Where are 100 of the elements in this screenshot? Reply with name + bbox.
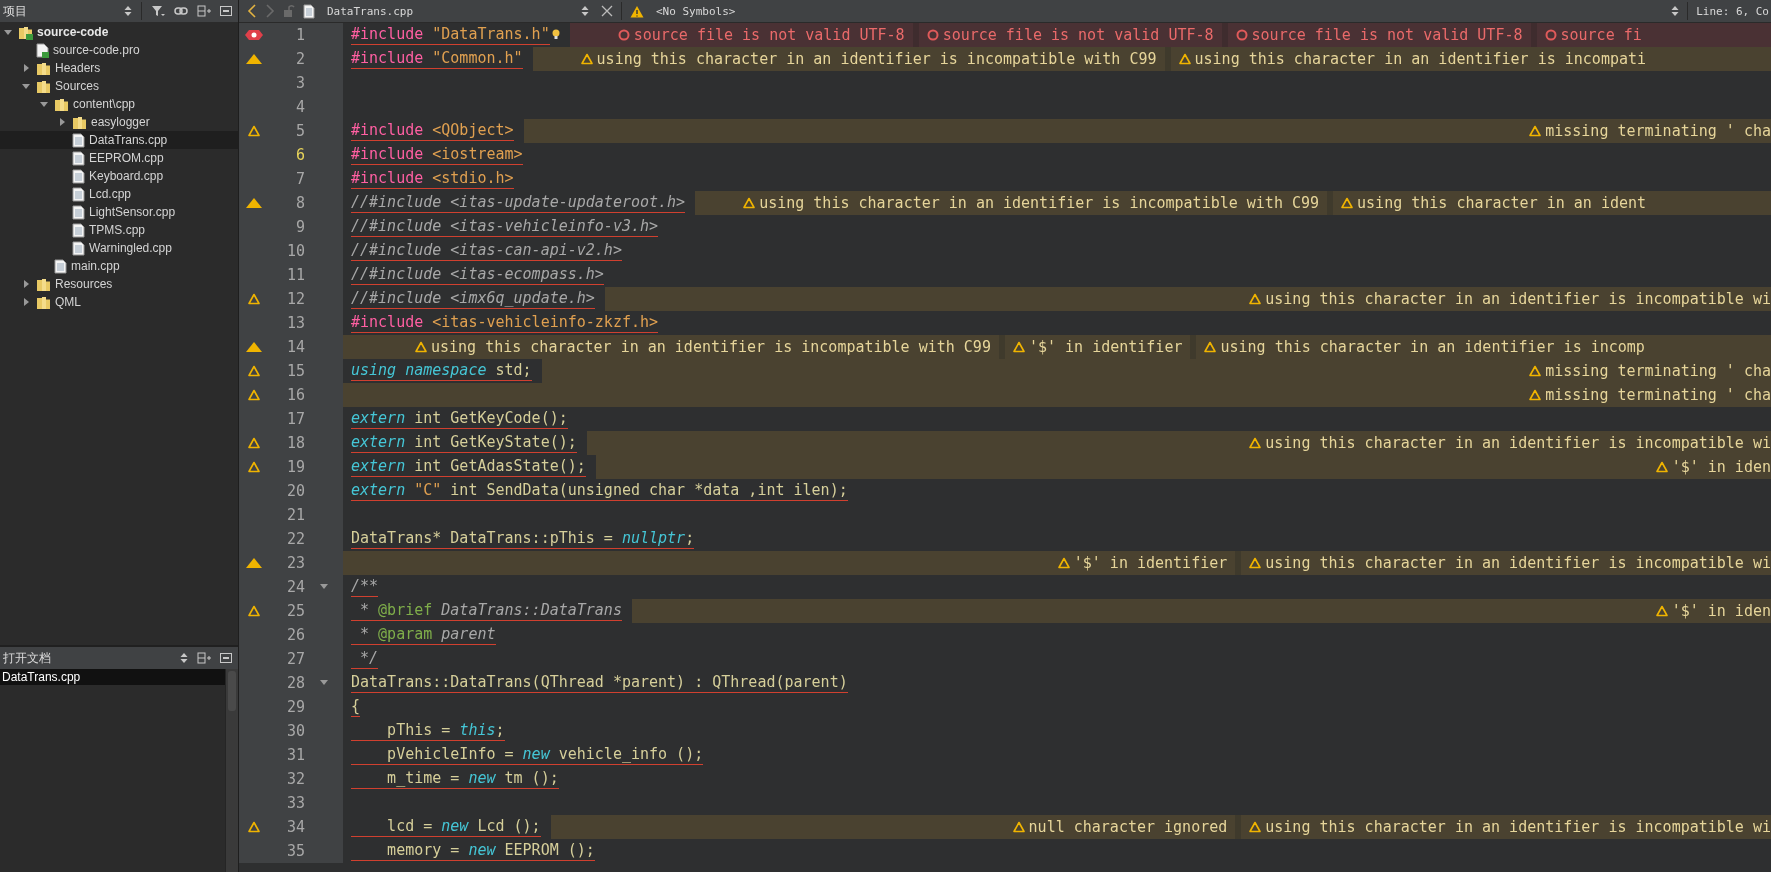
tree-item[interactable]: Headers — [0, 59, 238, 77]
tree-item[interactable]: Sources — [0, 77, 238, 95]
file-icon — [303, 3, 315, 19]
lightbulb-icon[interactable] — [551, 29, 560, 41]
tree-item[interactable]: source-code — [0, 23, 238, 41]
warning-message: '$' in identifier — [1073, 554, 1228, 572]
line-number: 2 — [294, 50, 305, 68]
warning-icon[interactable] — [630, 4, 644, 18]
tree-item[interactable]: QML — [0, 293, 238, 311]
line-number: 33 — [285, 794, 305, 812]
warning-icon — [1249, 821, 1262, 833]
line-number: 20 — [285, 482, 305, 500]
tree-item[interactable]: DataTrans.cpp — [0, 131, 238, 149]
warning-icon — [1655, 605, 1668, 617]
cursor-position[interactable]: Line: 6, Co — [1696, 4, 1771, 18]
file-icon — [36, 42, 49, 58]
symbols-dropdown[interactable]: <No Symbols> — [652, 1, 740, 21]
tree-item[interactable]: LightSensor.cpp — [0, 203, 238, 221]
tree-item[interactable]: easylogger — [0, 113, 238, 131]
warning-message: using this character in an identifier is incomp — [1220, 338, 1645, 356]
code-line: #include <QObject> — [351, 120, 514, 141]
close-icon[interactable] — [601, 5, 613, 17]
warning-icon — [1529, 389, 1542, 401]
line-number: 34 — [285, 818, 305, 836]
warning-message: '$' in iden — [1671, 602, 1771, 620]
line-number: 1 — [294, 26, 305, 44]
dropdown-arrows-icon[interactable] — [1671, 5, 1680, 17]
line-number: 16 — [285, 386, 305, 404]
warning-message: '$' in iden — [1671, 458, 1771, 476]
file-dropdown[interactable]: DataTrans.cpp — [323, 1, 593, 21]
code-line: extern int GetKeyState(); — [351, 432, 577, 453]
code-line: //#include <itas-vehicleinfo-v3.h> — [351, 216, 659, 237]
line-number: 32 — [285, 770, 305, 788]
line-number: 4 — [294, 98, 305, 116]
code-line: extern int GetAdasState(); — [351, 456, 586, 477]
tree-item[interactable]: Keyboard.cpp — [0, 167, 238, 185]
back-icon[interactable] — [247, 4, 257, 18]
document-item[interactable]: DataTrans.cpp — [0, 669, 225, 685]
panel-title: 项目 — [3, 2, 27, 20]
file-icon — [54, 258, 67, 274]
warning-message: missing terminating ' cha — [1545, 362, 1771, 380]
split-icon[interactable] — [197, 5, 211, 17]
warning-message: using this character in an identifier is incompati — [1194, 50, 1647, 68]
tree-item[interactable]: main.cpp — [0, 257, 238, 275]
file-icon — [72, 204, 85, 220]
dropdown-arrows-icon[interactable] — [581, 5, 589, 17]
error-circle-icon — [926, 29, 939, 41]
tree-item[interactable]: Warningled.cpp — [0, 239, 238, 257]
line-number: 22 — [285, 530, 305, 548]
scrollbar[interactable] — [225, 669, 238, 872]
collapsed-arrow-icon[interactable] — [21, 63, 31, 73]
close-panel-icon[interactable] — [220, 653, 232, 663]
fold-arrow-icon[interactable] — [320, 680, 328, 686]
folder-icon — [36, 60, 51, 76]
sort-icon[interactable] — [124, 5, 132, 17]
code-line: { — [351, 696, 361, 717]
warning-icon — [1249, 293, 1262, 305]
code-line: #include "Common.h" — [351, 48, 523, 69]
warning-message: null character ignored — [1028, 818, 1228, 836]
warning-message: using this character in an identifier is incompatible with C99 — [759, 194, 1320, 212]
code-line: pThis = this; — [351, 720, 505, 741]
code-line: * @param parent — [351, 624, 496, 645]
line-number: 17 — [285, 410, 305, 428]
code-line: //#include <itas-ecompass.h> — [351, 264, 604, 285]
code-line: #include <stdio.h> — [351, 168, 514, 189]
warning-icon — [1655, 461, 1668, 473]
tree-item[interactable]: Lcd.cpp — [0, 185, 238, 203]
line-number: 27 — [285, 650, 305, 668]
line-number: 13 — [285, 314, 305, 332]
tree-item[interactable]: content\cpp — [0, 95, 238, 113]
tree-item[interactable]: EEPROM.cpp — [0, 149, 238, 167]
warning-icon — [1057, 557, 1070, 569]
line-number: 6 — [294, 146, 305, 164]
fold-arrow-icon[interactable] — [320, 584, 328, 590]
link-icon[interactable] — [174, 6, 188, 16]
warning-message: using this character in an identifier is incompatible wi — [1265, 554, 1771, 572]
warning-icon — [415, 341, 427, 353]
sort-icon[interactable] — [180, 652, 188, 664]
tree-item[interactable]: Resources — [0, 275, 238, 293]
line-number: 23 — [285, 554, 305, 572]
line-number: 26 — [285, 626, 305, 644]
warning-message: using this character in an ident — [1357, 194, 1647, 212]
expanded-arrow-icon[interactable] — [3, 27, 13, 37]
tree-item[interactable]: TPMS.cpp — [0, 221, 238, 239]
close-panel-icon[interactable] — [220, 6, 232, 16]
warning-icon — [1249, 437, 1262, 449]
warning-message: using this character in an identifier is incompatible with C99 — [431, 338, 991, 356]
warning-message: missing terminating ' cha — [1545, 386, 1771, 404]
file-icon — [72, 168, 85, 184]
warning-icon — [1012, 821, 1025, 833]
tree-item[interactable]: source-code.pro — [0, 41, 238, 59]
split-icon[interactable] — [197, 652, 211, 664]
line-number: 7 — [294, 170, 305, 188]
filter-icon[interactable] — [151, 5, 165, 17]
error-circle-icon — [617, 29, 630, 41]
line-number: 24 — [285, 578, 305, 596]
collapsed-arrow-icon[interactable] — [57, 117, 67, 127]
file-icon — [72, 150, 85, 166]
warning-icon — [1012, 341, 1025, 353]
folder-icon — [54, 96, 69, 112]
